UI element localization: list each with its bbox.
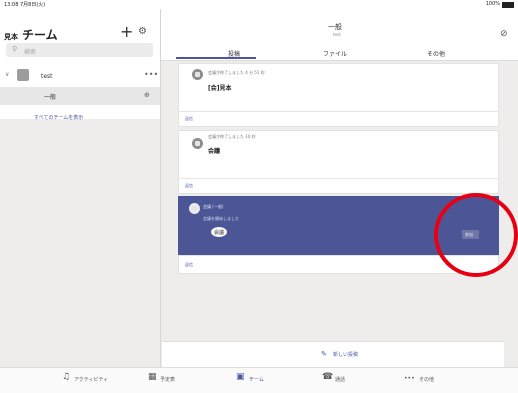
nav-calendar[interactable]: 予定表 <box>160 376 175 383</box>
channel-name[interactable]: 一般 <box>44 92 56 101</box>
reply-bar[interactable]: 返信 <box>179 111 498 126</box>
post-meta: 会議 (一般) <box>203 204 224 209</box>
more-icon[interactable]: ••• <box>404 375 415 382</box>
meeting-icon <box>192 138 203 149</box>
annotation-circle <box>434 193 518 277</box>
new-post-button[interactable]: 新しい投稿 <box>333 351 358 358</box>
team-name[interactable]: test <box>41 73 53 80</box>
tab-files[interactable]: ファイル <box>323 49 347 58</box>
nav-activity[interactable]: アクティビティ <box>74 376 108 383</box>
status-time: 13:08 7月8日(火) <box>4 2 46 8</box>
sidebar-header: 見本 チーム <box>4 26 58 43</box>
bell-icon[interactable]: ♫ <box>62 372 70 382</box>
nav-teams[interactable]: チーム <box>249 376 264 383</box>
channel-title: 一般 <box>328 23 342 31</box>
add-team-button[interactable]: + <box>120 22 133 41</box>
gear-icon[interactable]: ⚙ <box>138 26 147 37</box>
post-meta: 会議が終了しました 4 分 51 秒 <box>208 70 265 75</box>
meet-icon[interactable]: ⊘ <box>500 29 508 39</box>
meeting-icon <box>189 203 200 214</box>
post-subtitle: 会議を開始しました <box>203 216 239 221</box>
active-tab-indicator <box>176 57 256 59</box>
reply-link[interactable]: 返信 <box>185 183 193 189</box>
post-card: 会議が終了しました 10 秒 会議 返信 <box>178 130 499 194</box>
show-all-teams-link[interactable]: すべてのチームを表示 <box>34 114 83 121</box>
team-more-button[interactable]: ••• <box>144 70 158 79</box>
nav-more[interactable]: その他 <box>419 376 434 383</box>
search-input[interactable]: ⚲ 検索 <box>6 43 153 57</box>
compose-icon[interactable]: ✎ <box>321 350 327 358</box>
reply-bar[interactable]: 返信 <box>179 178 498 193</box>
status-battery: 100% <box>485 1 500 7</box>
battery-icon <box>502 2 514 8</box>
calendar-icon[interactable]: ▦ <box>148 372 157 382</box>
post-meta: 会議が終了しました 10 秒 <box>208 134 256 139</box>
team-avatar <box>17 69 29 81</box>
channel-row[interactable] <box>0 87 160 105</box>
reply-link[interactable]: 返信 <box>185 262 193 268</box>
nav-calls[interactable]: 通話 <box>335 376 345 383</box>
chevron-down-icon[interactable]: ∨ <box>5 71 9 78</box>
tab-more[interactable]: その他 <box>427 49 445 58</box>
phone-icon[interactable]: ☎ <box>322 372 333 382</box>
post-card: 会議が終了しました 4 分 51 秒 [会]見本 返信 <box>178 63 499 127</box>
channel-icon[interactable]: ⊕ <box>144 91 150 99</box>
reply-link[interactable]: 返信 <box>185 116 193 122</box>
post-title: [会]見本 <box>208 85 232 92</box>
post-title: 会議 <box>208 148 221 155</box>
meeting-chip: 会議 <box>211 227 227 237</box>
sidebar-header-sub: 見本 <box>4 33 18 41</box>
meeting-chip-label: 会議 <box>214 230 225 236</box>
status-bar: 13:08 7月8日(火) 100% <box>0 0 518 9</box>
sidebar-header-title: チーム <box>22 28 58 42</box>
meeting-icon <box>192 69 203 80</box>
teams-icon[interactable]: ▣ <box>236 372 245 382</box>
search-icon: ⚲ <box>12 45 18 53</box>
search-placeholder: 検索 <box>24 49 37 56</box>
channel-subtitle: test <box>333 32 341 37</box>
